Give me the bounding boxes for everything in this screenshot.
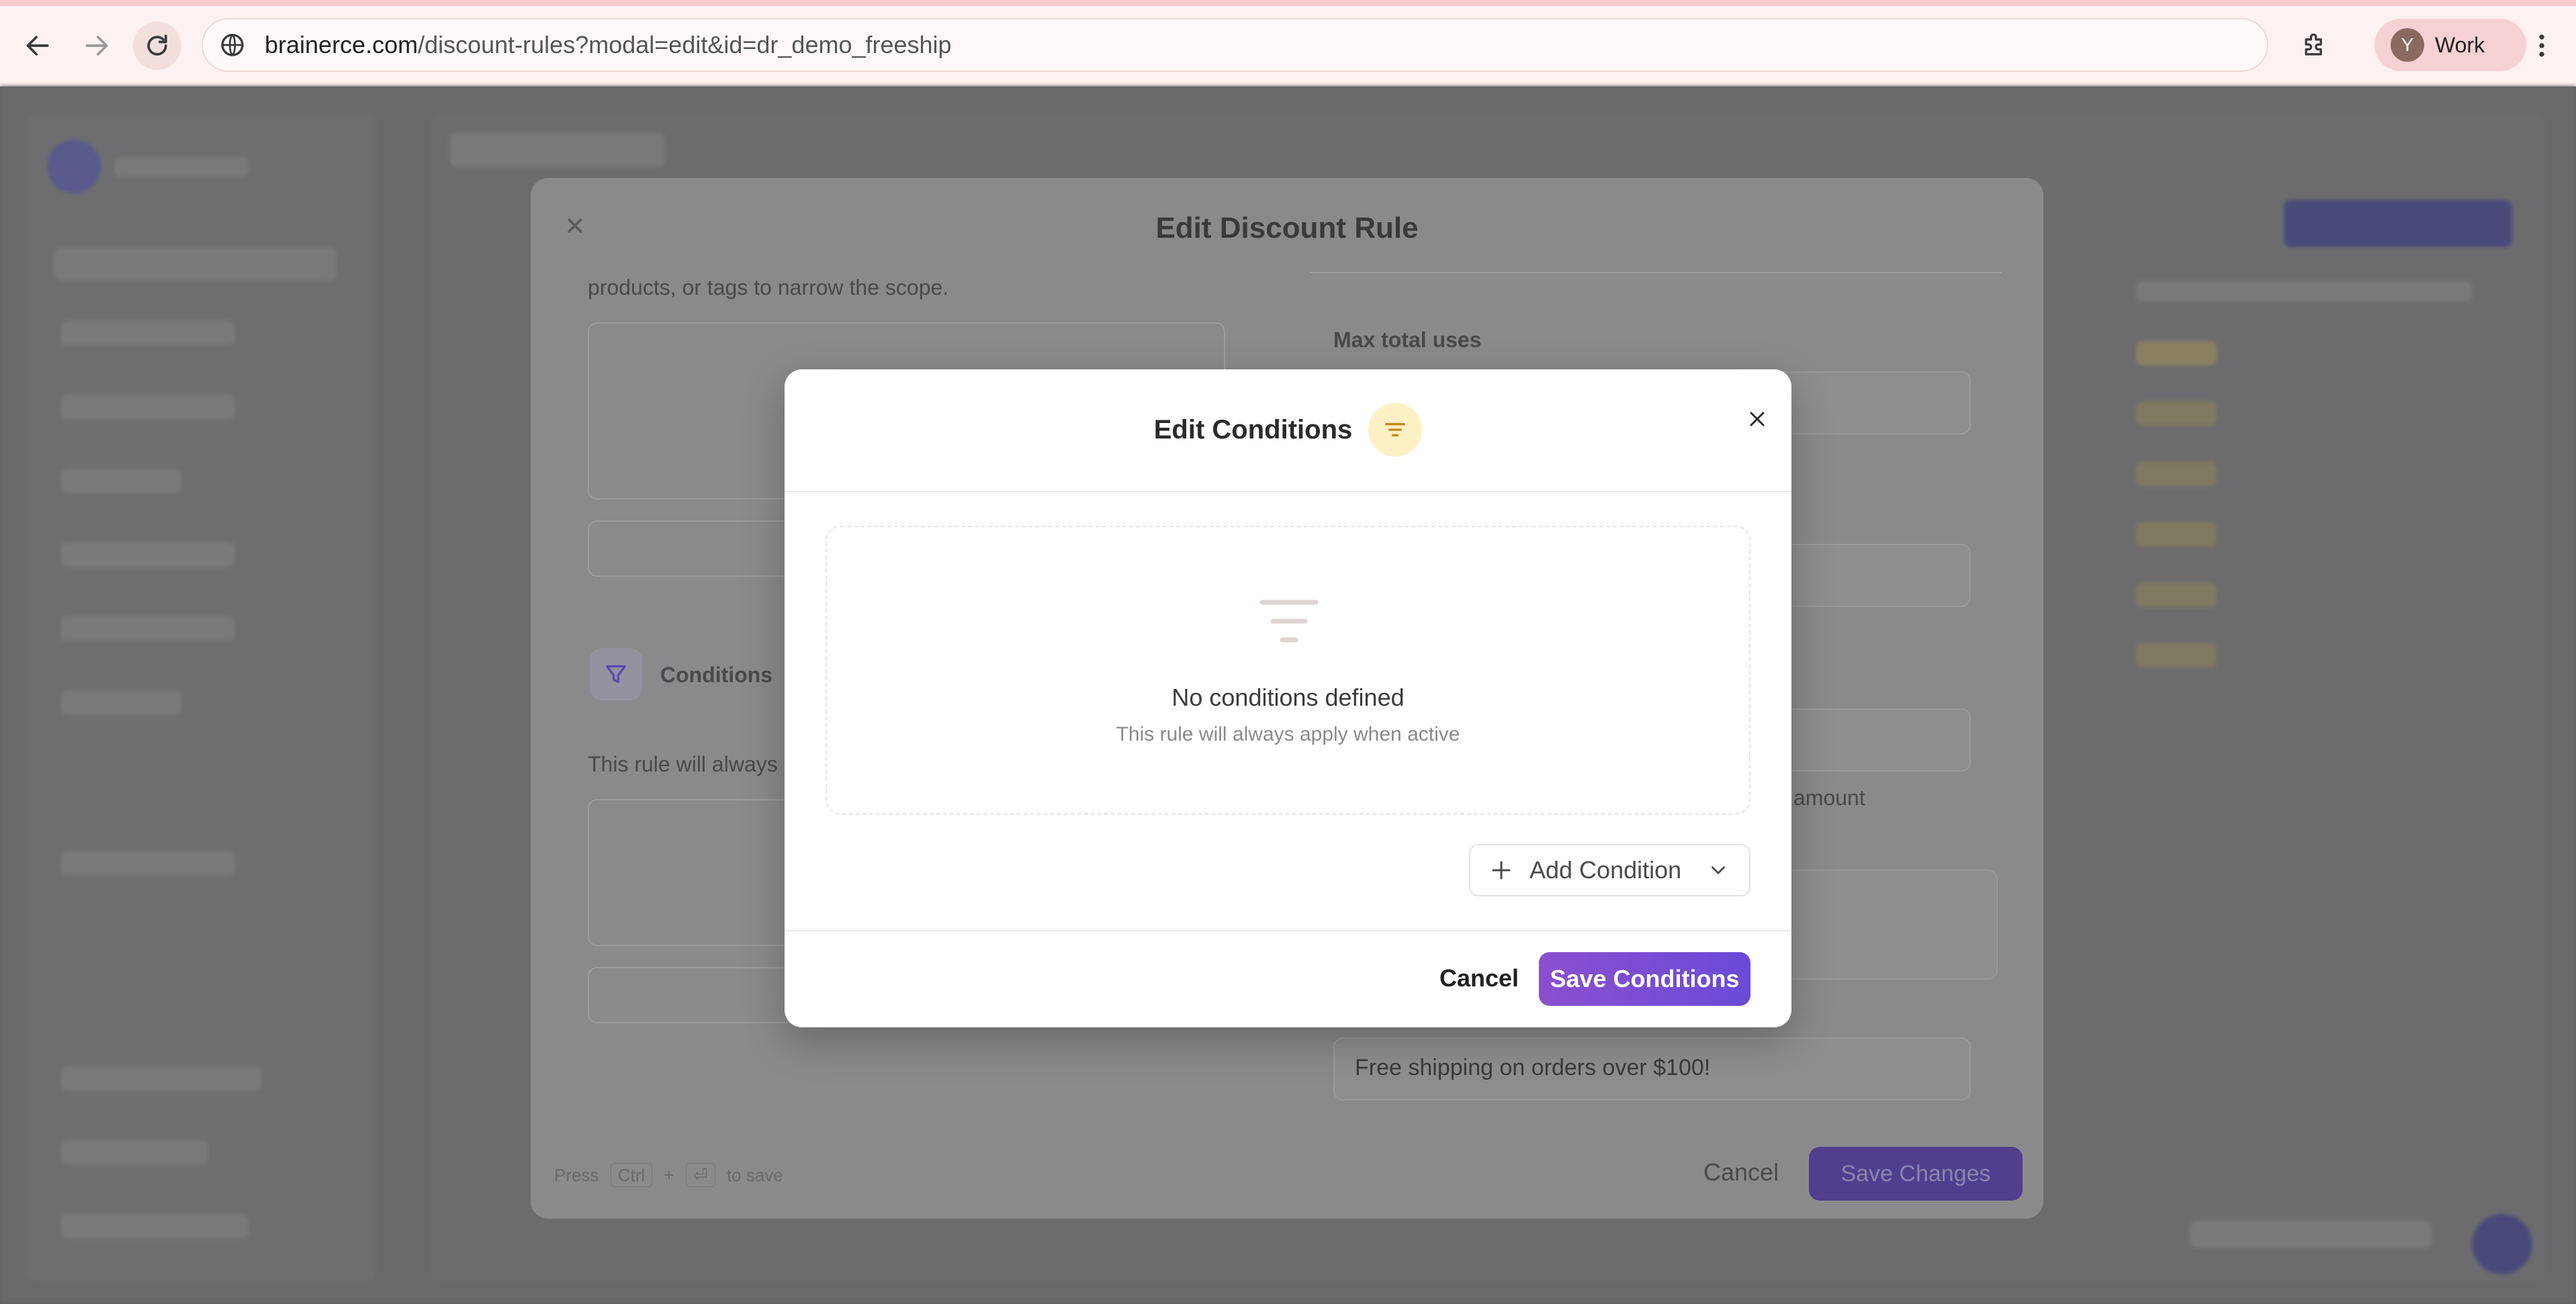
customer-message-value: Free shipping on orders over $100!: [1355, 1055, 1711, 1080]
tab-strip: [0, 0, 2576, 6]
amount-help-text: amount: [1793, 786, 1865, 810]
arrow-right-icon: [85, 36, 108, 56]
shortcut-key-enter: ⏎: [685, 1163, 715, 1187]
modal-title: Edit Discount Rule: [1155, 212, 1419, 244]
empty-state-subtitle: This rule will always apply when active: [1116, 723, 1460, 745]
shortcut-plus: +: [664, 1165, 674, 1185]
shortcut-key-ctrl: Ctrl: [610, 1163, 653, 1187]
back-button[interactable]: [13, 21, 62, 70]
close-icon: [1750, 412, 1765, 426]
customer-message-input[interactable]: Free shipping on orders over $100!: [1333, 1037, 1971, 1101]
add-condition-label: Add Condition: [1529, 856, 1682, 884]
divider: [1310, 245, 2002, 273]
conditions-empty-state: No conditions defined This rule will alw…: [826, 526, 1750, 814]
address-bar[interactable]: brainerce.com/discount-rules?modal=edit&…: [202, 18, 2268, 72]
reload-icon: [147, 34, 167, 56]
dialog-header: Edit Conditions: [785, 369, 1791, 492]
kebab-menu-icon: [2539, 34, 2544, 57]
edit-conditions-dialog: Edit Conditions No conditions defined Th…: [785, 369, 1791, 1027]
scope-help-text: products, or tags to narrow the scope.: [588, 275, 949, 299]
empty-state-title: No conditions defined: [1171, 684, 1405, 711]
cancel-button[interactable]: Cancel: [1425, 952, 1533, 1005]
conditions-label: Conditions: [660, 663, 773, 687]
conditions-help-text: This rule will always ap: [588, 752, 808, 776]
app-sidebar: [27, 113, 376, 1281]
dialog-title-row: Edit Conditions: [785, 403, 1791, 457]
dialog-footer-divider: [785, 930, 1791, 931]
extensions-button[interactable]: [2291, 21, 2339, 70]
url-path: /discount-rules?modal=edit&id=dr_demo_fr…: [418, 31, 952, 58]
forward-button[interactable]: [73, 21, 121, 70]
filter-icon: [590, 648, 642, 700]
arrow-left-icon: [26, 36, 49, 56]
shortcut-prefix: Press: [554, 1165, 599, 1185]
save-conditions-button[interactable]: Save Conditions: [1539, 952, 1750, 1006]
avatar: Y: [2391, 28, 2424, 62]
cancel-button[interactable]: Cancel: [1703, 1158, 1779, 1186]
close-button[interactable]: [1736, 398, 1779, 440]
max-total-uses-label: Max total uses: [1333, 328, 1482, 352]
filter-lines-icon: [1259, 600, 1319, 643]
browser-menu-button[interactable]: [2522, 21, 2562, 70]
url-host: brainerce.com: [265, 31, 418, 58]
dialog-title: Edit Conditions: [1153, 414, 1353, 445]
browser-toolbar: brainerce.com/discount-rules?modal=edit&…: [0, 0, 2576, 87]
reload-button[interactable]: [133, 21, 181, 70]
save-changes-button[interactable]: Save Changes: [1809, 1147, 2023, 1201]
filter-lines-icon: [1368, 403, 1423, 457]
shortcut-hint: Press Ctrl + ⏎ to save: [554, 1163, 783, 1187]
site-info-icon[interactable]: [218, 30, 247, 60]
puzzle-icon: [2305, 33, 2322, 56]
plus-icon: [1492, 861, 1511, 880]
profile-button[interactable]: Y Work: [2374, 19, 2526, 71]
chevron-down-icon: [1712, 866, 1726, 874]
profile-name: Work: [2435, 32, 2485, 57]
url-text: brainerce.com/discount-rules?modal=edit&…: [265, 31, 952, 59]
shortcut-suffix: to save: [726, 1165, 783, 1185]
add-condition-dropdown[interactable]: Add Condition: [1469, 844, 1750, 896]
